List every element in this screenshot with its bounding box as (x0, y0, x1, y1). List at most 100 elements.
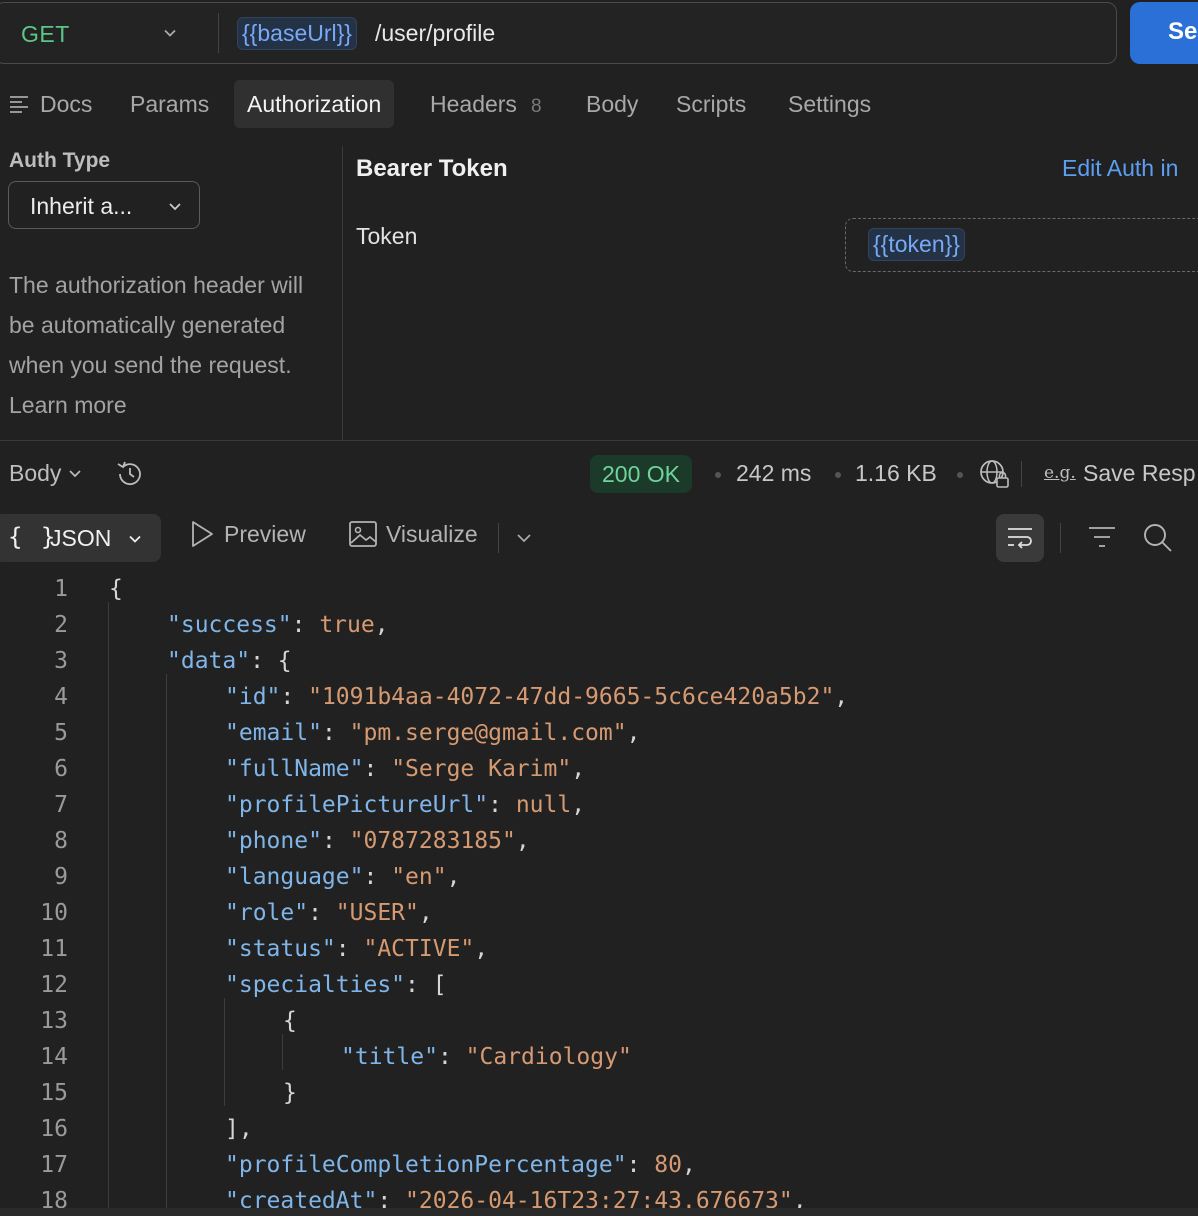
line-number: 10 (40, 900, 68, 926)
json-punct: : (437, 1044, 466, 1070)
tab-body[interactable]: Body (586, 80, 638, 128)
method-select[interactable]: GET (21, 21, 70, 48)
line-content: "title": "Cardiology" (341, 1044, 632, 1070)
json-key: "status" (225, 936, 336, 962)
json-punct: : (335, 936, 364, 962)
code-line: 13 { (0, 1003, 1198, 1039)
format-json-button[interactable]: { } JSON (0, 514, 161, 562)
tab-label: Settings (788, 91, 872, 117)
json-key: "language" (225, 864, 364, 890)
line-number: 16 (40, 1116, 68, 1142)
json-punct: : (321, 720, 350, 746)
tab-label: Authorization (247, 91, 382, 117)
auth-type-select[interactable]: Inherit a... (8, 181, 200, 229)
line-number: 12 (40, 972, 68, 998)
json-value: "0787283185" (349, 828, 516, 854)
line-number: 17 (40, 1152, 68, 1178)
json-key: "success" (167, 612, 292, 638)
meta-divider (1021, 461, 1022, 487)
url-input[interactable]: /user/profile (375, 20, 495, 47)
json-key: "fullName" (225, 756, 364, 782)
json-punct: : [ (405, 972, 447, 998)
line-number: 2 (54, 612, 68, 638)
toolbar-divider (1060, 523, 1061, 553)
json-punct: : (488, 792, 516, 818)
url-variable-chip[interactable]: {{baseUrl}} (237, 17, 357, 50)
json-punct: , (446, 864, 461, 890)
json-punct: , (626, 720, 641, 746)
json-punct: , (792, 1188, 807, 1208)
tab-label: Scripts (676, 91, 747, 117)
send-button[interactable]: Se (1130, 2, 1198, 64)
search-icon[interactable] (1142, 522, 1174, 554)
json-value: "en" (391, 864, 447, 890)
tab-authorization[interactable]: Authorization (234, 80, 395, 128)
response-code-view[interactable]: 1{2 "success": true, 3 "data": {4 "id": "109… (0, 571, 1198, 1208)
line-number: 8 (54, 828, 68, 854)
token-input[interactable]: {{token}} (845, 218, 1198, 272)
preview-button[interactable]: Preview (188, 521, 306, 549)
json-value: "Cardiology" (465, 1044, 632, 1070)
json-punct: , (418, 900, 433, 926)
edit-auth-link[interactable]: Edit Auth in (1062, 155, 1178, 182)
tab-label: Headers (430, 91, 517, 117)
save-response-button[interactable]: Save Resp (1083, 460, 1196, 487)
code-line: 1{ (0, 571, 1198, 607)
line-number: 14 (40, 1044, 68, 1070)
lines-icon (10, 96, 28, 113)
auth-description: The authorization header will be automat… (9, 272, 304, 418)
json-key: "id" (225, 684, 281, 710)
history-icon[interactable] (114, 458, 146, 490)
separator-dot (957, 472, 963, 478)
json-value: 80 (654, 1152, 682, 1178)
json-punct: : (280, 684, 309, 710)
code-line: 14 "title": "Cardiology" (0, 1039, 1198, 1075)
json-punct: : (363, 756, 392, 782)
chevron-down-icon[interactable] (161, 24, 179, 42)
line-number: 1 (54, 576, 68, 602)
tab-headers[interactable]: Headers 8 (430, 80, 542, 128)
chevron-down-icon[interactable] (515, 529, 533, 547)
json-punct: , (571, 792, 586, 818)
auth-type-value: Inherit a... (30, 193, 133, 219)
response-size: 1.16 KB (855, 460, 937, 486)
globe-lock-icon[interactable] (978, 458, 1010, 490)
horizontal-scrollbar[interactable] (0, 1208, 1198, 1216)
response-body-label: Body (9, 460, 62, 486)
token-variable-chip[interactable]: {{token}} (868, 228, 965, 261)
line-content: "id": "1091b4aa-4072-47dd-9665-5c6ce420a… (225, 684, 848, 710)
tab-docs[interactable]: Docs (8, 80, 92, 128)
json-punct: { (109, 576, 123, 602)
bearer-token-title: Bearer Token (356, 155, 508, 182)
example-icon[interactable]: e.g. (1044, 463, 1076, 483)
line-content: { (283, 1008, 297, 1034)
wrap-lines-button[interactable] (996, 514, 1044, 562)
line-number: 9 (54, 864, 68, 890)
json-punct: , (834, 684, 849, 710)
tab-scripts[interactable]: Scripts (676, 80, 746, 128)
visualize-button[interactable]: Visualize (348, 521, 478, 549)
chevron-down-icon (129, 535, 141, 543)
line-content: "profileCompletionPercentage": 80, (225, 1152, 696, 1178)
section-divider[interactable] (0, 440, 1198, 441)
line-content: ], (225, 1116, 253, 1142)
response-body-dropdown[interactable]: Body (9, 460, 83, 487)
code-line: 2 "success": true, (0, 607, 1198, 643)
json-punct: : { (250, 648, 292, 674)
json-punct: } (283, 1080, 297, 1106)
code-line: 7 "profilePictureUrl": null, (0, 787, 1198, 823)
line-content: "status": "ACTIVE", (225, 936, 488, 962)
line-content: "role": "USER", (225, 900, 433, 926)
line-number: 15 (40, 1080, 68, 1106)
code-line: 16], (0, 1111, 1198, 1147)
chevron-down-icon (169, 203, 181, 211)
tab-label: Docs (40, 91, 93, 117)
json-key: "phone" (225, 828, 322, 854)
tab-settings[interactable]: Settings (788, 80, 871, 128)
json-key: "specialties" (225, 972, 406, 998)
line-number: 18 (40, 1188, 68, 1208)
image-icon (349, 521, 377, 547)
filter-icon[interactable] (1087, 524, 1117, 550)
tab-params[interactable]: Params (130, 80, 209, 128)
line-content: "createdAt": "2026-04-16T23:27:43.676673… (225, 1188, 807, 1208)
